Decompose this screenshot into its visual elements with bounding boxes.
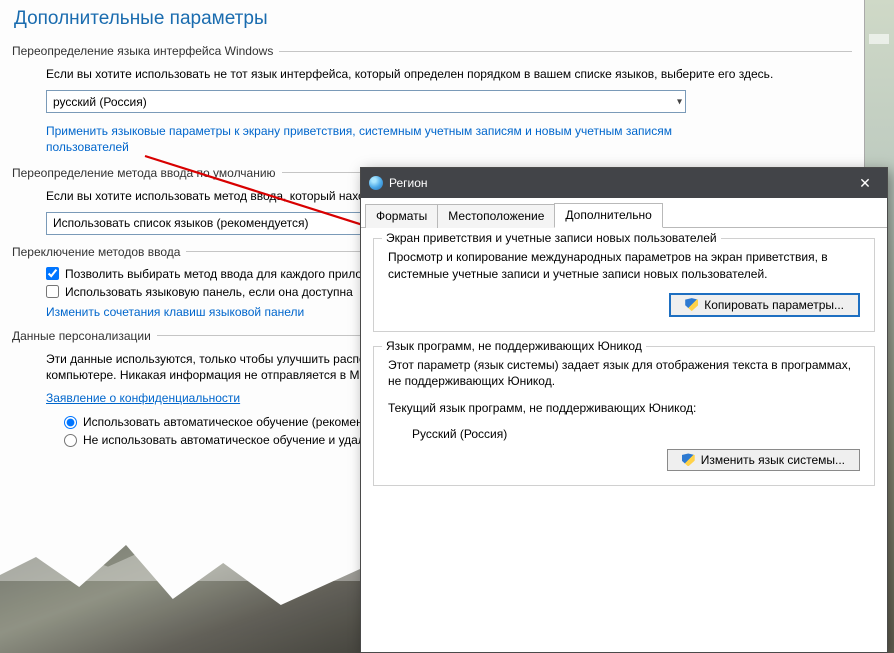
fieldset-text: Этот параметр (язык системы) задает язык…: [388, 357, 860, 391]
dialog-titlebar[interactable]: Регион ✕: [361, 168, 887, 198]
globe-icon: [369, 176, 383, 190]
dialog-tabstrip: Форматы Местоположение Дополнительно: [361, 198, 887, 228]
change-hotkeys-link[interactable]: Изменить сочетания клавиш языковой панел…: [46, 305, 304, 319]
fieldset-legend: Язык программ, не поддерживающих Юникод: [382, 339, 646, 353]
fieldset-legend: Экран приветствия и учетные записи новых…: [382, 231, 721, 245]
shield-icon: [682, 453, 695, 466]
button-label: Изменить язык системы...: [701, 453, 845, 467]
current-language-value: Русский (Россия): [412, 427, 860, 441]
group-title: Переопределение языка интерфейса Windows: [12, 44, 273, 58]
checkbox-label: Позволить выбирать метод ввода для каждо…: [65, 267, 396, 281]
auto-learning-off-radio[interactable]: [64, 434, 77, 447]
fieldset-welcome-screen: Экран приветствия и учетные записи новых…: [373, 238, 875, 332]
current-language-label: Текущий язык программ, не поддерживающих…: [388, 400, 860, 417]
page-title: Дополнительные параметры: [14, 8, 852, 30]
group-title: Данные персонализации: [12, 329, 151, 343]
checkbox-label: Использовать языковую панель, если она д…: [65, 285, 353, 299]
group-display-language-override: Переопределение языка интерфейса Windows…: [12, 44, 852, 156]
language-bar-checkbox[interactable]: [46, 285, 59, 298]
shield-icon: [685, 298, 698, 311]
tab-advanced[interactable]: Дополнительно: [554, 203, 662, 228]
tab-location[interactable]: Местоположение: [437, 204, 555, 228]
display-language-combo[interactable]: русский (Россия): [46, 90, 686, 113]
button-label: Копировать параметры...: [704, 298, 844, 312]
auto-learning-on-radio[interactable]: [64, 416, 77, 429]
close-icon: ✕: [859, 175, 871, 192]
radio-label: Использовать автоматическое обучение (ре…: [83, 415, 404, 429]
default-input-method-combo[interactable]: Использовать список языков (рекомендуетс…: [46, 212, 376, 235]
change-system-locale-button[interactable]: Изменить язык системы...: [667, 449, 860, 471]
fieldset-text: Просмотр и копирование международных пар…: [388, 249, 860, 283]
divider: [279, 51, 852, 52]
wallpaper-mountains: [0, 533, 360, 653]
tab-formats[interactable]: Форматы: [365, 204, 438, 228]
dialog-body: Экран приветствия и учетные записи новых…: [361, 228, 887, 652]
copy-settings-button[interactable]: Копировать параметры...: [669, 293, 860, 317]
per-app-input-checkbox[interactable]: [46, 267, 59, 280]
group-description: Если вы хотите использовать не тот язык …: [46, 66, 816, 82]
apply-language-to-welcome-link[interactable]: Применить языковые параметры к экрану пр…: [46, 124, 672, 154]
close-button[interactable]: ✕: [843, 168, 887, 198]
privacy-statement-link[interactable]: Заявление о конфиденциальности: [46, 391, 240, 405]
region-dialog: Регион ✕ Форматы Местоположение Дополнит…: [360, 167, 888, 653]
fieldset-non-unicode: Язык программ, не поддерживающих Юникод …: [373, 346, 875, 486]
group-title: Переключение методов ввода: [12, 245, 180, 259]
group-title: Переопределение метода ввода по умолчани…: [12, 166, 276, 180]
dialog-title: Регион: [389, 176, 428, 190]
